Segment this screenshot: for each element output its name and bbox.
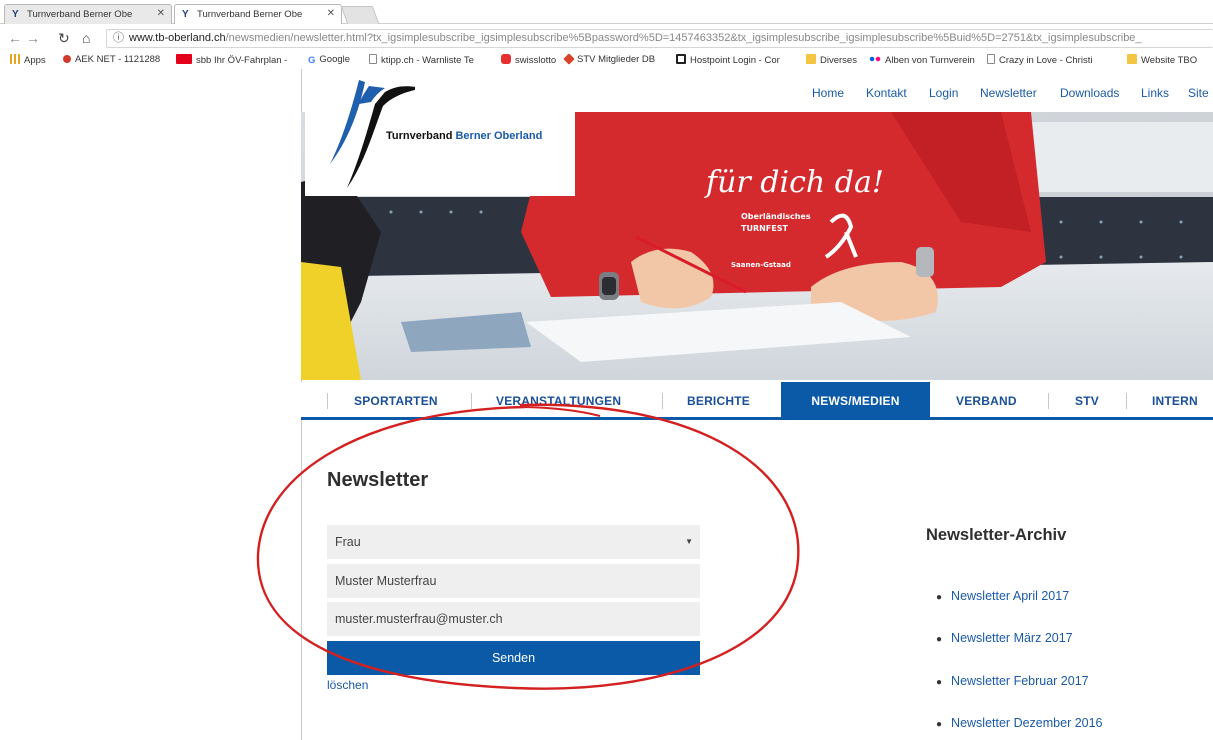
folder-icon xyxy=(806,54,816,64)
page-icon xyxy=(987,54,995,64)
google-icon: G xyxy=(308,55,316,66)
nav-stv[interactable]: STV xyxy=(1075,382,1099,418)
topnav-sitemap[interactable]: Site xyxy=(1188,86,1209,100)
bullet-icon: ● xyxy=(936,719,943,730)
browser-tabbar: Y Turnverband Berner Obe ✕ Y Turnverband… xyxy=(0,0,1213,24)
archive-item[interactable]: ● Newsletter März 2017 xyxy=(936,631,1073,645)
hostpoint-icon xyxy=(676,54,686,64)
nav-berichte[interactable]: BERICHTE xyxy=(687,382,750,418)
bookmark-folder[interactable]: Diverses xyxy=(806,54,857,66)
nav-divider xyxy=(327,393,328,409)
logo-wordmark: Turnverband Berner Oberland xyxy=(386,130,543,142)
topnav-links[interactable]: Links xyxy=(1141,86,1169,100)
page-icon xyxy=(369,54,377,64)
bullet-icon: ● xyxy=(936,677,943,688)
name-value: Muster Musterfrau xyxy=(335,574,437,588)
site-logo[interactable]: Turnverband Berner Oberland xyxy=(305,72,575,196)
browser-tab[interactable]: Y Turnverband Berner Obe ✕ xyxy=(4,4,172,24)
topnav-home[interactable]: Home xyxy=(812,86,844,100)
reload-icon[interactable]: ↻ xyxy=(58,30,70,47)
bookmark-item[interactable]: Hostpoint Login - Cor xyxy=(676,54,780,66)
svg-text:TURNFEST: TURNFEST xyxy=(741,224,789,233)
bullet-icon: ● xyxy=(936,634,943,645)
flickr-icon xyxy=(869,54,881,64)
aek-icon xyxy=(63,55,71,63)
apps-grid-icon xyxy=(10,54,20,64)
sbb-icon xyxy=(176,54,192,64)
email-field[interactable]: muster.musterfrau@muster.ch xyxy=(327,602,700,636)
archive-item[interactable]: ● Newsletter Dezember 2016 xyxy=(936,716,1103,730)
nav-news-medien[interactable]: NEWS/MEDIEN xyxy=(781,382,930,420)
browser-tab-title: Turnverband Berner Obe xyxy=(197,9,303,20)
bookmark-folder[interactable]: Website TBO xyxy=(1127,54,1197,66)
email-value: muster.musterfrau@muster.ch xyxy=(335,612,503,626)
clear-link[interactable]: löschen xyxy=(327,678,368,692)
bookmark-item[interactable]: Crazy in Love - Christi xyxy=(987,54,1092,66)
url-input[interactable]: ⓘ www.tb-oberland.ch/newsmedien/newslett… xyxy=(106,29,1213,48)
nav-intern[interactable]: INTERN xyxy=(1152,382,1198,418)
svg-text:Oberländisches: Oberländisches xyxy=(741,212,811,221)
bookmark-item[interactable]: ktipp.ch - Warnliste Te xyxy=(369,54,474,66)
back-arrow-icon[interactable]: ← xyxy=(8,30,22,46)
page-title: Newsletter xyxy=(327,469,429,491)
nav-veranstaltungen[interactable]: VERANSTALTUNGEN xyxy=(496,382,621,418)
bookmark-item[interactable]: Alben von Turnverein xyxy=(869,54,975,66)
bookmarks-bar: Apps AEK NET - 1121288 sbb Ihr ÖV-Fahrpl… xyxy=(0,52,1213,69)
nav-verband[interactable]: VERBAND xyxy=(956,382,1017,418)
topnav-downloads[interactable]: Downloads xyxy=(1060,86,1119,100)
new-tab-button[interactable] xyxy=(340,6,380,24)
svg-text:für dich da!: für dich da! xyxy=(704,165,884,200)
nav-divider xyxy=(1126,393,1127,409)
nav-divider xyxy=(1048,393,1049,409)
bullet-icon: ● xyxy=(936,592,943,603)
bookmark-apps[interactable]: Apps xyxy=(10,54,46,66)
topnav-newsletter[interactable]: Newsletter xyxy=(980,86,1037,100)
bookmark-item[interactable]: STV Mitglieder DB xyxy=(563,53,655,65)
address-bar-row: ← → ↻ ⌂ ⓘ www.tb-oberland.ch/newsmedien/… xyxy=(0,25,1213,52)
svg-text:Saanen-Gstaad: Saanen-Gstaad xyxy=(731,261,791,269)
url-host: www.tb-oberland.ch xyxy=(129,32,226,44)
topnav-login[interactable]: Login xyxy=(929,86,958,100)
nav-divider xyxy=(471,393,472,409)
salutation-value: Frau xyxy=(335,535,361,549)
archive-title: Newsletter-Archiv xyxy=(926,526,1067,544)
site-favicon-icon: Y xyxy=(12,9,19,20)
bookmark-item[interactable]: sbb Ihr ÖV-Fahrplan - xyxy=(176,54,287,66)
nav-divider xyxy=(662,393,663,409)
name-field[interactable]: Muster Musterfrau xyxy=(327,564,700,598)
main-navigation: SPORTARTEN VERANSTALTUNGEN BERICHTE NEWS… xyxy=(301,382,1213,420)
stv-icon xyxy=(563,53,575,65)
forward-arrow-icon[interactable]: → xyxy=(26,30,40,46)
bookmark-item[interactable]: swisslotto xyxy=(501,54,556,66)
bookmark-item[interactable]: AEK NET - 1121288 xyxy=(63,54,160,65)
topnav-kontakt[interactable]: Kontakt xyxy=(866,86,907,100)
swisslotto-icon xyxy=(501,54,511,64)
bookmark-item[interactable]: G Google xyxy=(308,54,350,66)
close-tab-icon[interactable]: ✕ xyxy=(327,8,335,19)
site-favicon-icon: Y xyxy=(182,9,189,20)
dropdown-caret-icon: ▼ xyxy=(685,537,693,546)
nav-sportarten[interactable]: SPORTARTEN xyxy=(354,382,438,418)
browser-tab-title: Turnverband Berner Obe xyxy=(27,9,133,20)
browser-tab-active[interactable]: Y Turnverband Berner Obe ✕ xyxy=(174,4,342,24)
url-path: /newsmedien/newsletter.html?tx_igsimples… xyxy=(225,32,1142,44)
info-icon[interactable]: ⓘ xyxy=(113,30,124,47)
home-icon[interactable]: ⌂ xyxy=(82,30,90,46)
archive-item[interactable]: ● Newsletter Februar 2017 xyxy=(936,674,1089,688)
archive-item[interactable]: ● Newsletter April 2017 xyxy=(936,589,1069,603)
salutation-select[interactable]: Frau ▼ xyxy=(327,525,700,559)
folder-icon xyxy=(1127,54,1137,64)
send-button[interactable]: Senden xyxy=(327,641,700,675)
close-tab-icon[interactable]: ✕ xyxy=(157,8,165,19)
